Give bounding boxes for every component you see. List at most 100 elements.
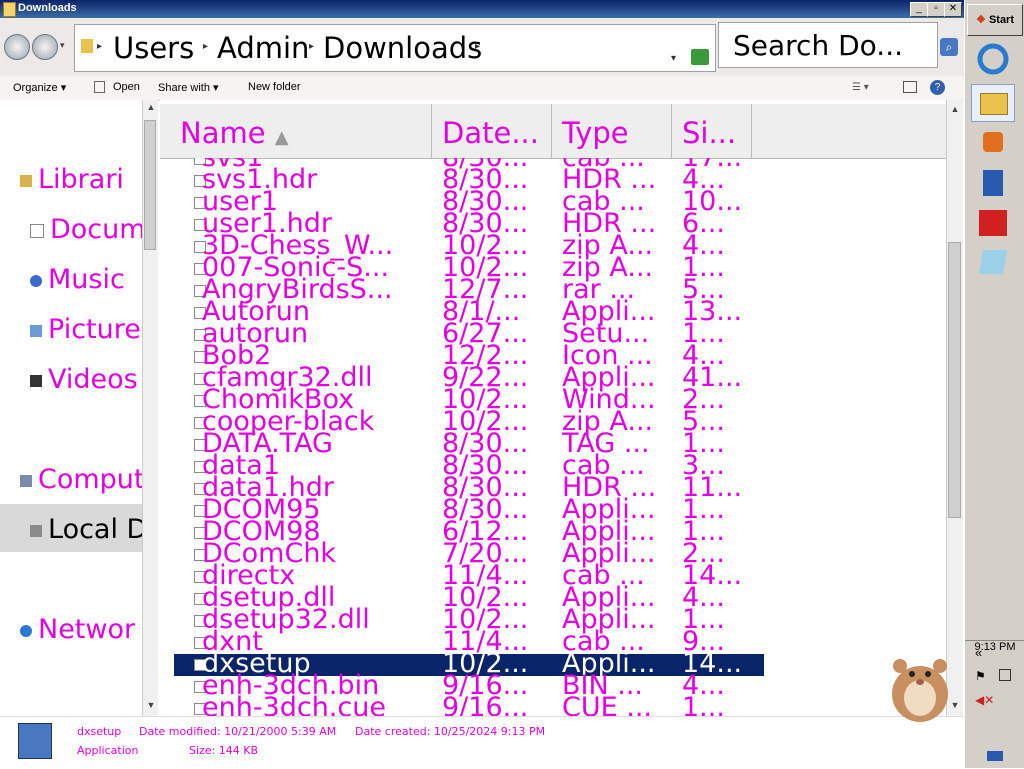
open-button[interactable]: Open <box>113 81 140 93</box>
file-list: Name ▲ Date... Type Si... svs18/30...cab… <box>160 100 946 716</box>
computer-icon <box>20 474 32 487</box>
detail-file-name: dxsetup <box>77 725 122 738</box>
scroll-up-icon[interactable]: ▲ <box>947 104 963 118</box>
open-icon <box>94 81 105 93</box>
tray-expand-icon[interactable]: « <box>975 645 982 660</box>
view-options-icon[interactable]: ☰ ▾ <box>852 82 869 93</box>
help-icon[interactable]: ? <box>930 80 945 95</box>
detail-date-modified: Date modified: 10/21/2000 5:39 AM <box>139 725 337 738</box>
nav-documents-label: Docum <box>50 214 142 245</box>
nav-videos-label: Videos <box>48 364 138 395</box>
nav-videos[interactable]: Videos <box>30 364 138 395</box>
preview-pane-icon[interactable] <box>903 81 917 93</box>
taskbar: ❖ Start « ⚑ ◀✕ 9:13 PM <box>964 0 1024 768</box>
notepad-icon[interactable] <box>971 244 1015 282</box>
clock[interactable]: 9:13 PM <box>965 641 1024 653</box>
network-tray-icon[interactable] <box>999 669 1011 681</box>
nav-scroll-thumb[interactable] <box>144 120 156 250</box>
column-header-name[interactable]: Name ▲ <box>160 104 432 158</box>
videos-icon <box>30 374 42 387</box>
nav-local-disk-label: Local D <box>48 514 142 545</box>
show-desktop-icon[interactable] <box>987 751 1003 761</box>
crumb-admin[interactable]: Admin <box>217 31 309 65</box>
music-icon <box>30 274 42 287</box>
scroll-thumb[interactable] <box>948 242 961 518</box>
detail-size: Size: 144 KB <box>189 744 259 757</box>
nav-documents[interactable]: Docum <box>30 214 142 245</box>
window-title: Downloads <box>18 2 77 14</box>
red-app-icon[interactable] <box>971 204 1015 242</box>
documents-icon <box>30 223 44 238</box>
maximize-button[interactable]: ▫ <box>927 2 945 17</box>
location-folder-icon <box>81 39 93 53</box>
column-name-label: Name <box>180 116 266 150</box>
start-label: Start <box>988 14 1014 26</box>
action-center-flag-icon[interactable]: ⚑ <box>975 669 986 683</box>
media-player-icon[interactable] <box>971 124 1015 162</box>
crumb-users[interactable]: Users <box>113 31 194 65</box>
explorer-folder-icon <box>980 93 1008 115</box>
details-pane: dxsetup Application Date modified: 10/21… <box>0 716 964 769</box>
nav-music-label: Music <box>48 264 125 295</box>
nav-network-label: Networ <box>38 614 136 645</box>
cell-date: 9/16... <box>442 692 529 716</box>
crumb-downloads[interactable]: Downloads <box>323 31 482 65</box>
nav-libraries[interactable]: Librari <box>20 164 124 195</box>
crumb-chevron-icon[interactable]: ▸ <box>203 41 208 52</box>
folder-icon <box>3 2 16 17</box>
crumb-chevron-icon[interactable]: ▸ <box>97 41 102 52</box>
internet-explorer-icon[interactable] <box>971 40 1015 78</box>
nav-scroll-up-icon[interactable]: ▲ <box>143 102 159 116</box>
minimize-button[interactable]: _ <box>910 2 928 17</box>
table-row[interactable]: enh-3dch.cue 9/16... CUE ... 1... <box>174 692 764 716</box>
search-icon[interactable]: ⌕ <box>940 38 958 56</box>
column-header-size[interactable]: Si... <box>672 104 752 158</box>
nav-pictures[interactable]: Picture <box>30 314 141 345</box>
crumb-chevron-icon[interactable]: ▸ <box>309 41 314 52</box>
command-toolbar: Organize ▾ Open Share with ▾ New folder … <box>0 76 964 101</box>
nav-computer[interactable]: Comput <box>20 464 142 495</box>
new-folder-button[interactable]: New folder <box>248 81 301 93</box>
close-button[interactable]: ✕ <box>944 2 962 17</box>
column-header-type[interactable]: Type <box>552 104 672 158</box>
column-header-date[interactable]: Date... <box>432 104 552 158</box>
nav-music[interactable]: Music <box>30 264 125 295</box>
nav-network[interactable]: Networ <box>20 614 135 645</box>
title-bar[interactable]: Downloads _ ▫ ✕ <box>0 0 964 18</box>
hamster-mascot-image <box>892 659 948 722</box>
share-with-button[interactable]: Share with ▾ <box>158 81 219 94</box>
organize-button[interactable]: Organize ▾ <box>13 81 66 94</box>
address-dropdown-icon[interactable]: ▾ <box>671 53 676 64</box>
libraries-icon <box>20 174 32 187</box>
network-icon <box>20 624 32 637</box>
volume-muted-icon[interactable]: ◀✕ <box>975 693 994 707</box>
nav-libraries-label: Librari <box>38 164 124 195</box>
pictures-icon <box>30 324 42 337</box>
history-dropdown-icon[interactable]: ▾ <box>60 40 65 51</box>
refresh-icon[interactable] <box>691 49 709 65</box>
file-rows: svs18/30...cab ...17...svs1.hdr8/30...HD… <box>160 158 946 716</box>
system-tray: « ⚑ ◀✕ 9:13 PM <box>965 640 1024 769</box>
sort-ascending-icon: ▲ <box>274 127 289 148</box>
share-label: Share with <box>158 82 210 94</box>
organize-label: Organize <box>13 82 58 94</box>
nav-computer-label: Comput <box>38 464 142 495</box>
application-icon <box>18 723 52 759</box>
nav-scrollbar[interactable]: ▲ ▼ <box>142 100 158 716</box>
file-list-scrollbar[interactable]: ▲ ▼ <box>946 100 963 716</box>
nav-local-disk[interactable]: Local D <box>30 514 142 545</box>
back-button[interactable] <box>4 34 30 60</box>
nav-pictures-label: Picture <box>48 314 141 345</box>
cell-name: enh-3dch.cue <box>202 692 387 716</box>
navigation-pane: Librari Docum Music Picture Videos Compu… <box>0 100 142 716</box>
search-input[interactable]: Search Do... <box>718 22 938 68</box>
forward-button[interactable] <box>32 34 58 60</box>
start-button[interactable]: ❖ Start <box>967 4 1023 36</box>
explorer-taskbar-button[interactable] <box>971 84 1015 122</box>
crumb-chevron-icon[interactable]: ▸ <box>475 41 480 52</box>
windows-logo-icon: ❖ <box>976 14 986 26</box>
nav-scroll-down-icon[interactable]: ▼ <box>143 700 159 714</box>
column-header-row: Name ▲ Date... Type Si... <box>160 104 946 159</box>
address-field[interactable]: ▸ Users ▸ Admin ▸ Downloads ▸ ▾ <box>74 24 716 72</box>
network-app-icon[interactable] <box>971 164 1015 202</box>
